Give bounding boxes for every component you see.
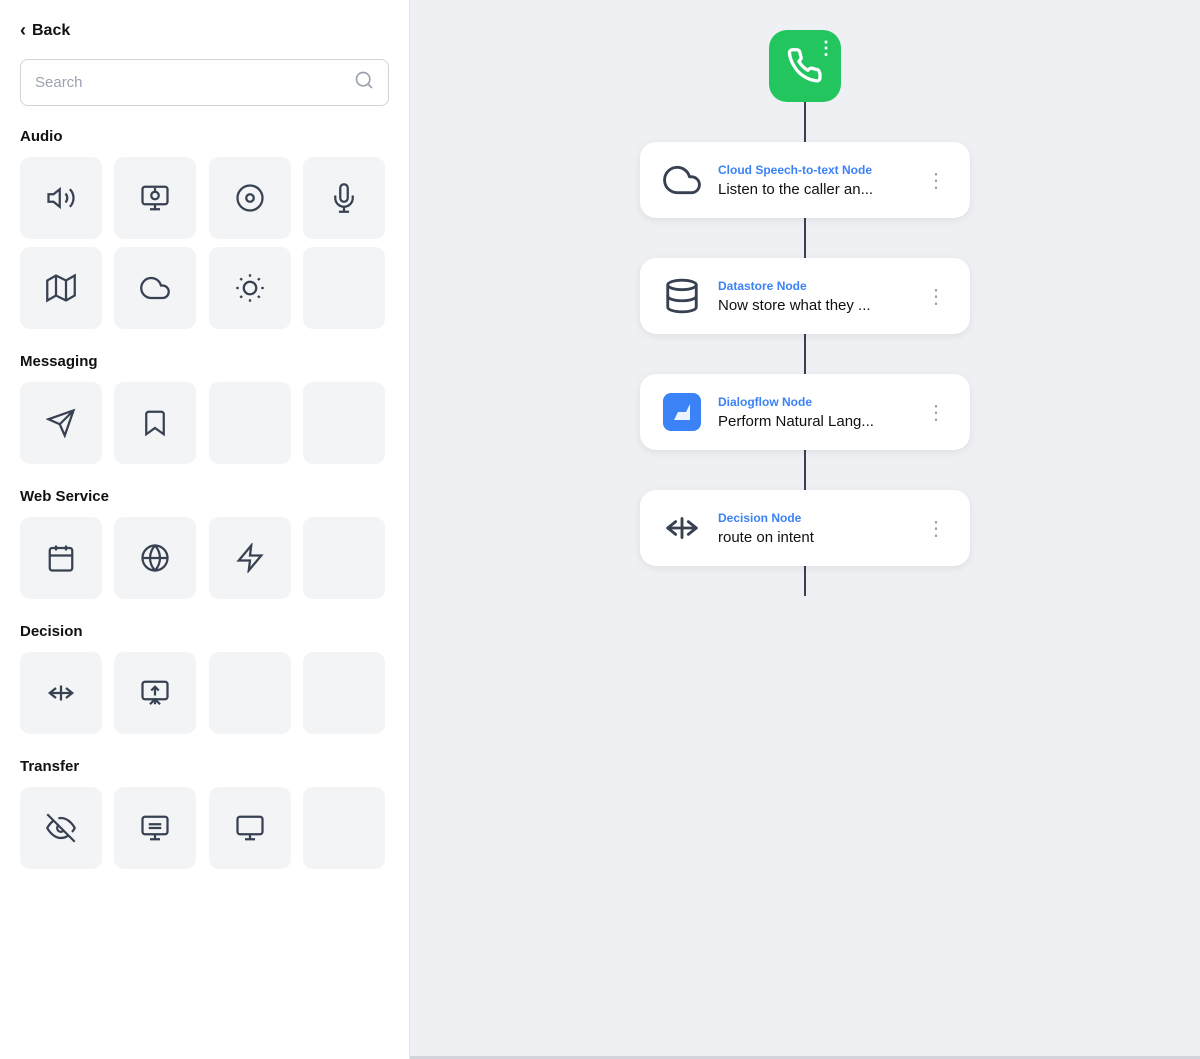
dialogflow-icon — [660, 390, 704, 434]
cloud-speech-menu[interactable]: ⋮ — [922, 164, 950, 197]
datastore-content: Datastore Node Now store what they ... — [718, 279, 908, 314]
connector-3 — [804, 450, 806, 490]
transfer-empty — [303, 787, 385, 869]
flow-node-dialogflow[interactable]: Dialogflow Node Perform Natural Lang... … — [640, 374, 970, 450]
icon-grid-audio — [20, 157, 389, 329]
category-label-audio: Audio — [20, 128, 389, 145]
audio-cloud-cell[interactable] — [114, 247, 196, 329]
category-decision: Decision — [20, 623, 389, 734]
icon-grid-webservice — [20, 517, 389, 599]
messaging-empty2 — [303, 382, 385, 464]
dialogflow-content: Dialogflow Node Perform Natural Lang... — [718, 395, 908, 430]
transfer-screen-cell[interactable] — [209, 787, 291, 869]
category-label-decision: Decision — [20, 623, 389, 640]
flow-node-datastore[interactable]: Datastore Node Now store what they ... ⋮ — [640, 258, 970, 334]
transfer-eye-off-cell[interactable] — [20, 787, 102, 869]
audio-microphone-cell[interactable] — [303, 157, 385, 239]
dialogflow-desc: Perform Natural Lang... — [718, 413, 908, 430]
back-chevron-icon: ‹ — [20, 20, 26, 41]
webservice-globe-cell[interactable] — [114, 517, 196, 599]
sidebar: ‹ Back Audio — [0, 0, 410, 1059]
cloud-speech-icon — [660, 158, 704, 202]
audio-map-cell[interactable] — [20, 247, 102, 329]
connector-4 — [804, 566, 806, 596]
messaging-bookmark-cell[interactable] — [114, 382, 196, 464]
cloud-speech-desc: Listen to the caller an... — [718, 181, 908, 198]
flow-container: ⋮ Cloud Speech-to-text Node Listen to th… — [640, 30, 970, 596]
search-icon — [354, 70, 374, 95]
flow-node-cloud-speech[interactable]: Cloud Speech-to-text Node Listen to the … — [640, 142, 970, 218]
category-transfer: Transfer — [20, 758, 389, 869]
datastore-menu[interactable]: ⋮ — [922, 280, 950, 313]
category-label-transfer: Transfer — [20, 758, 389, 775]
cloud-speech-content: Cloud Speech-to-text Node Listen to the … — [718, 163, 908, 198]
audio-empty-cell — [303, 247, 385, 329]
decision-desc: route on intent — [718, 529, 908, 546]
decision-content: Decision Node route on intent — [718, 511, 908, 546]
icon-grid-messaging — [20, 382, 389, 464]
flow-node-decision[interactable]: Decision Node route on intent ⋮ — [640, 490, 970, 566]
category-label-messaging: Messaging — [20, 353, 389, 370]
webservice-bolt-cell[interactable] — [209, 517, 291, 599]
decision-type: Decision Node — [718, 511, 908, 525]
category-label-webservice: Web Service — [20, 488, 389, 505]
category-audio: Audio — [20, 128, 389, 329]
audio-record-cell[interactable] — [209, 157, 291, 239]
datastore-icon — [660, 274, 704, 318]
decision-monitor-cell[interactable] — [114, 652, 196, 734]
decision-split-cell[interactable] — [20, 652, 102, 734]
audio-sun-cell[interactable] — [209, 247, 291, 329]
webservice-calendar-cell[interactable] — [20, 517, 102, 599]
dialogflow-menu[interactable]: ⋮ — [922, 396, 950, 429]
flow-canvas: ⋮ Cloud Speech-to-text Node Listen to th… — [410, 0, 1200, 1059]
category-messaging: Messaging — [20, 353, 389, 464]
back-label: Back — [32, 22, 70, 40]
back-button[interactable]: ‹ Back — [20, 20, 70, 41]
audio-settings-cell[interactable] — [114, 157, 196, 239]
category-webservice: Web Service — [20, 488, 389, 599]
decision-empty1 — [209, 652, 291, 734]
decision-empty2 — [303, 652, 385, 734]
decision-node-icon — [660, 506, 704, 550]
webservice-empty — [303, 517, 385, 599]
icon-grid-transfer — [20, 787, 389, 869]
start-node[interactable]: ⋮ — [769, 30, 841, 102]
connector-1 — [804, 218, 806, 258]
decision-menu[interactable]: ⋮ — [922, 512, 950, 545]
messaging-empty1 — [209, 382, 291, 464]
datastore-type: Datastore Node — [718, 279, 908, 293]
audio-volume-cell[interactable] — [20, 157, 102, 239]
transfer-transfer2-cell[interactable] — [114, 787, 196, 869]
dialogflow-type: Dialogflow Node — [718, 395, 908, 409]
datastore-desc: Now store what they ... — [718, 297, 908, 314]
cloud-speech-type: Cloud Speech-to-text Node — [718, 163, 908, 177]
messaging-send-cell[interactable] — [20, 382, 102, 464]
connector-0 — [804, 102, 806, 142]
search-box — [20, 59, 389, 106]
search-input[interactable] — [35, 74, 354, 91]
icon-grid-decision — [20, 652, 389, 734]
connector-2 — [804, 334, 806, 374]
